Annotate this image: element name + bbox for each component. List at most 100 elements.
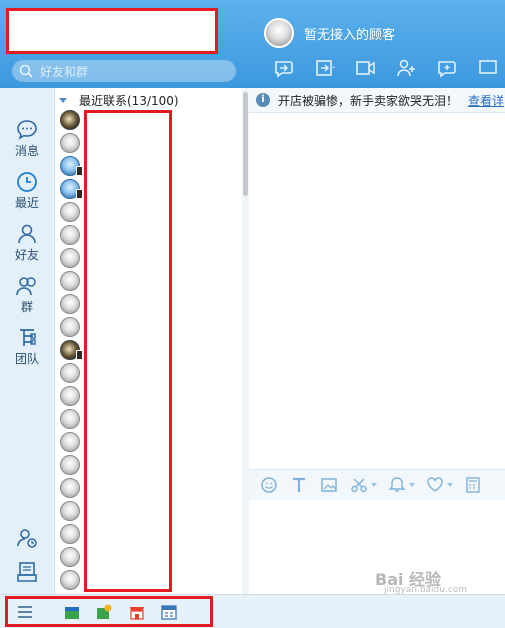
video-icon: [355, 61, 375, 75]
input-toolbar: [249, 469, 505, 501]
contact-avatar[interactable]: [60, 110, 80, 130]
forward-icon: [316, 60, 335, 76]
visitor-avatar[interactable]: [264, 18, 294, 48]
sidebar-item-label: 好友: [14, 248, 39, 262]
mobile-status-icon: [76, 350, 83, 360]
contact-avatar[interactable]: [60, 455, 80, 475]
sidebar-item-inbox[interactable]: [0, 560, 54, 584]
shop-icon[interactable]: [129, 604, 145, 620]
message-icon: [17, 120, 37, 140]
video-button[interactable]: [347, 56, 384, 80]
sidebar-item-groups[interactable]: 群: [0, 274, 54, 315]
chevron-down-icon[interactable]: [409, 483, 415, 487]
mobile-status-icon: [76, 166, 83, 176]
contact-avatar[interactable]: [60, 363, 80, 383]
transfer-chat-button[interactable]: [266, 56, 303, 80]
search-input[interactable]: 好友和群: [12, 60, 236, 82]
chevron-down-icon[interactable]: [447, 483, 453, 487]
contact-avatar[interactable]: [60, 225, 80, 245]
contact-avatar[interactable]: [60, 156, 83, 176]
recent-contacts-group[interactable]: 最近联系(13/100): [55, 91, 179, 109]
info-icon: i: [256, 93, 270, 107]
redacted-profile-area: [6, 8, 218, 54]
expand-arrow-icon: [59, 97, 67, 103]
contact-avatar[interactable]: [60, 524, 80, 544]
calculator-icon: [466, 477, 480, 493]
nav-sidebar: 消息 最近 好友 群 团队: [0, 88, 54, 594]
forward-button[interactable]: [307, 56, 344, 80]
contact-avatar[interactable]: [60, 386, 80, 406]
chevron-down-icon[interactable]: [371, 483, 377, 487]
add-contact-icon: [397, 59, 416, 77]
watermark-url: jingyan.baidu.com: [384, 585, 468, 595]
screenshot-button[interactable]: [349, 475, 369, 495]
contact-avatar[interactable]: [60, 133, 80, 153]
contact-avatar[interactable]: [60, 179, 83, 199]
search-icon: [19, 64, 33, 78]
menu-icon[interactable]: [17, 604, 33, 620]
scrollbar-thumb[interactable]: [243, 92, 248, 196]
emoji-button[interactable]: [259, 475, 279, 495]
contact-avatar[interactable]: [60, 547, 80, 567]
header-left: 好友和群: [0, 0, 249, 88]
notice-text: 开店被骗惨，新手卖家欲哭无泪！: [278, 93, 459, 108]
chat-message-area[interactable]: [249, 113, 505, 469]
emoji-icon: [261, 477, 277, 493]
transfer-chat-icon: [275, 61, 294, 78]
more-icon: [478, 60, 497, 74]
image-button[interactable]: [319, 475, 339, 495]
team-icon: [20, 329, 36, 346]
notice-link[interactable]: 查看详: [468, 92, 504, 109]
contact-avatar[interactable]: [60, 317, 80, 337]
add-chat-button[interactable]: [429, 56, 466, 80]
contact-avatar[interactable]: [60, 294, 80, 314]
notice-bar: i 开店被骗惨，新手卖家欲哭无泪！ 查看详: [249, 88, 505, 113]
group-icon: [16, 277, 36, 296]
visitor-name: 暂无接入的顾客: [304, 28, 396, 43]
person-icon: [18, 224, 36, 244]
calculator-button[interactable]: [463, 475, 483, 495]
contact-avatar[interactable]: [60, 202, 80, 222]
contact-avatar[interactable]: [60, 478, 80, 498]
search-placeholder: 好友和群: [40, 64, 89, 79]
sidebar-item-label: 群: [20, 300, 33, 314]
more-button[interactable]: [469, 56, 505, 80]
sidebar-item-messages[interactable]: 消息: [0, 118, 54, 159]
font-icon: [293, 477, 305, 492]
sidebar-item-label: 消息: [14, 144, 39, 158]
contact-list-scrollbar[interactable]: [242, 88, 249, 594]
sidebar-item-team[interactable]: 团队: [0, 326, 54, 367]
contact-avatar[interactable]: [60, 248, 80, 268]
app-icon[interactable]: [64, 604, 80, 620]
font-button[interactable]: [289, 475, 309, 495]
app-icon[interactable]: [96, 604, 112, 620]
sidebar-item-label: 最近: [14, 196, 39, 210]
contact-avatar[interactable]: [60, 570, 80, 590]
redacted-contact-names: [84, 110, 172, 592]
contact-avatar[interactable]: [60, 340, 83, 360]
add-contact-button[interactable]: [388, 56, 425, 80]
scissors-icon: [351, 478, 367, 493]
group-title: 最近联系(13/100): [79, 93, 179, 108]
sidebar-item-status[interactable]: [0, 526, 54, 550]
bottom-bar: [0, 594, 505, 628]
shake-button[interactable]: [387, 475, 407, 495]
contact-avatar[interactable]: [60, 271, 80, 291]
inbox-icon: [17, 562, 37, 582]
contact-avatar[interactable]: [60, 409, 80, 429]
sidebar-item-friends[interactable]: 好友: [0, 222, 54, 263]
mobile-status-icon: [76, 189, 83, 199]
contact-avatar[interactable]: [60, 432, 80, 452]
contact-avatar[interactable]: [60, 501, 80, 521]
contact-list: 最近联系(13/100): [54, 88, 243, 594]
calendar-icon[interactable]: [161, 604, 177, 620]
sidebar-item-label: 团队: [14, 352, 39, 366]
image-icon: [321, 478, 337, 492]
favorite-button[interactable]: [425, 475, 445, 495]
user-clock-icon: [17, 529, 37, 548]
sidebar-item-recent[interactable]: 最近: [0, 170, 54, 211]
add-chat-icon: [438, 61, 456, 78]
bell-icon: [388, 477, 406, 492]
heart-icon: [427, 477, 443, 492]
clock-icon: [17, 172, 37, 192]
